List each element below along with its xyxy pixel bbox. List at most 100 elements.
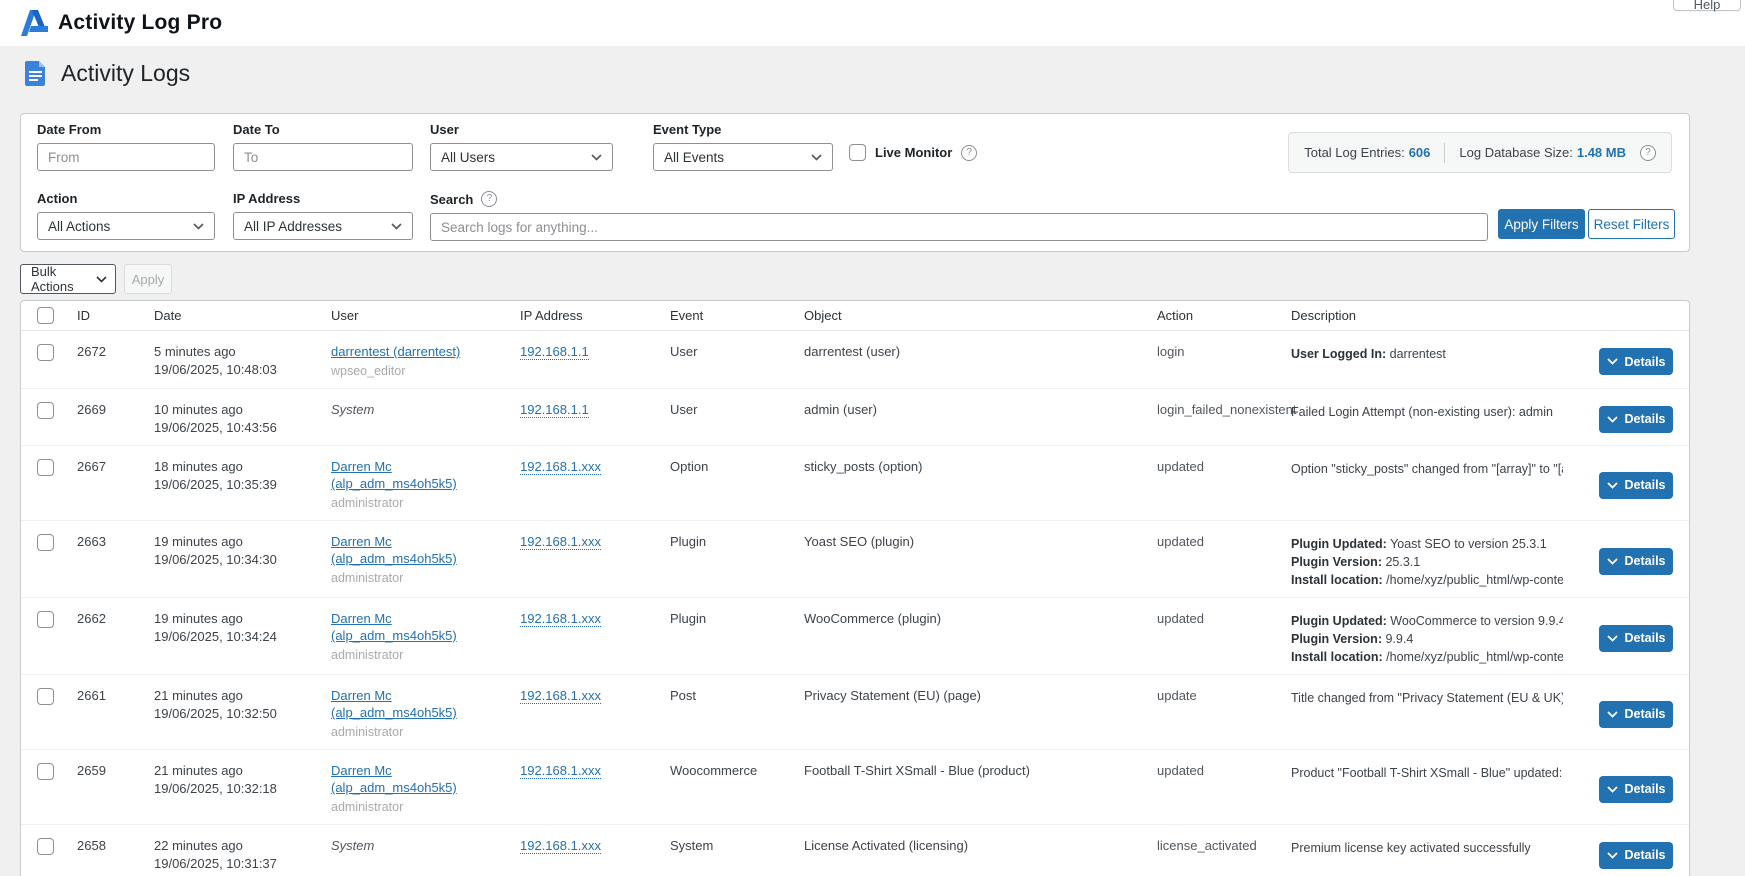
user-role: administrator — [331, 495, 520, 512]
activity-log-table: ID Date User IP Address Event Object Act… — [20, 300, 1690, 876]
date-exact: 19/06/2025, 10:34:30 — [154, 551, 331, 568]
details-button[interactable]: Details — [1599, 776, 1673, 803]
search-group: Search ? — [430, 191, 1488, 241]
search-label: Search — [430, 192, 473, 207]
ip-link[interactable]: 192.168.1.xxx — [520, 459, 601, 475]
row-checkbox[interactable] — [37, 838, 54, 855]
row-checkbox[interactable] — [37, 534, 54, 551]
row-checkbox[interactable] — [37, 402, 54, 419]
details-button-wrap: Details — [1599, 548, 1673, 575]
details-button-wrap: Details — [1599, 406, 1673, 433]
action-cell: updated — [1157, 762, 1291, 779]
details-button[interactable]: Details — [1599, 406, 1673, 433]
details-button[interactable]: Details — [1599, 842, 1673, 869]
db-size-help-icon[interactable]: ? — [1640, 145, 1656, 161]
details-button[interactable]: Details — [1599, 701, 1673, 728]
ip-cell: 192.168.1.xxx — [520, 610, 670, 627]
date-from-input[interactable] — [37, 143, 215, 171]
details-chevron-icon — [1607, 711, 1618, 718]
event-cell: User — [670, 343, 804, 360]
live-monitor-help-icon[interactable]: ? — [961, 145, 977, 161]
row-checkbox[interactable] — [37, 459, 54, 476]
ip-link[interactable]: 192.168.1.xxx — [520, 838, 601, 854]
search-input[interactable] — [430, 213, 1488, 241]
app-title: Activity Log Pro — [58, 11, 222, 35]
ip-cell: 192.168.1.1 — [520, 401, 670, 418]
details-button-label: Details — [1625, 782, 1666, 796]
action-select[interactable]: All Actions — [37, 212, 215, 240]
details-chevron-icon — [1607, 482, 1618, 489]
user-link[interactable]: Darren Mc (alp_adm_ms4oh5k5) — [331, 611, 457, 643]
description-cell: Option "sticky_posts" changed from "[arr… — [1291, 458, 1563, 478]
ip-select-value: All IP Addresses — [244, 219, 342, 234]
help-button[interactable]: Help — [1673, 0, 1741, 11]
bulk-apply-button[interactable]: Apply — [124, 264, 172, 294]
col-id: ID — [77, 308, 154, 323]
ip-link[interactable]: 192.168.1.xxx — [520, 763, 601, 779]
date-ago: 5 minutes ago — [154, 343, 331, 360]
details-button[interactable]: Details — [1599, 472, 1673, 499]
apply-filters-button[interactable]: Apply Filters — [1498, 209, 1585, 239]
row-checkbox[interactable] — [37, 763, 54, 780]
details-chevron-icon — [1607, 558, 1618, 565]
ip-link[interactable]: 192.168.1.xxx — [520, 688, 601, 704]
ip-cell: 192.168.1.xxx — [520, 458, 670, 475]
description-line-text: /home/xyz/public_html/wp-content/pl... — [1383, 650, 1563, 664]
date-cell: 18 minutes ago 19/06/2025, 10:35:39 — [154, 458, 331, 493]
user-link[interactable]: Darren Mc (alp_adm_ms4oh5k5) — [331, 763, 457, 795]
description-line: Option "sticky_posts" changed from "[arr… — [1291, 460, 1563, 478]
ip-link[interactable]: 192.168.1.1 — [520, 344, 589, 360]
ip-address-select[interactable]: All IP Addresses — [233, 212, 413, 240]
user-link[interactable]: Darren Mc (alp_adm_ms4oh5k5) — [331, 688, 457, 720]
ip-link[interactable]: 192.168.1.1 — [520, 402, 589, 418]
ip-link[interactable]: 192.168.1.xxx — [520, 611, 601, 627]
bulk-actions-select[interactable]: Bulk Actions — [20, 264, 116, 294]
date-ago: 21 minutes ago — [154, 762, 331, 779]
user-cell: Darren Mc (alp_adm_ms4oh5k5) administrat… — [331, 458, 520, 512]
row-checkbox[interactable] — [37, 611, 54, 628]
details-button[interactable]: Details — [1599, 548, 1673, 575]
activity-logs-icon — [24, 60, 47, 87]
search-help-icon[interactable]: ? — [481, 191, 497, 207]
user-link[interactable]: Darren Mc (alp_adm_ms4oh5k5) — [331, 534, 457, 566]
description-line: Install location: /home/xyz/public_html/… — [1291, 571, 1563, 589]
select-all-checkbox[interactable] — [37, 307, 54, 324]
user-select[interactable]: All Users — [430, 143, 613, 171]
details-button[interactable]: Details — [1599, 625, 1673, 652]
description-line-text: /home/xyz/public_html/wp-content/pl... — [1383, 573, 1563, 587]
table-row: 2661 21 minutes ago 19/06/2025, 10:32:50… — [21, 675, 1689, 750]
object-cell: WooCommerce (plugin) — [804, 610, 1157, 627]
user-link[interactable]: darrentest (darrentest) — [331, 344, 460, 359]
user-role: administrator — [331, 647, 520, 664]
date-exact: 19/06/2025, 10:32:18 — [154, 780, 331, 797]
details-button[interactable]: Details — [1599, 348, 1673, 375]
log-stats-box: Total Log Entries:606 Log Database Size:… — [1288, 132, 1672, 173]
ip-cell: 192.168.1.xxx — [520, 533, 670, 550]
date-exact: 19/06/2025, 10:43:56 — [154, 419, 331, 436]
ip-link[interactable]: 192.168.1.xxx — [520, 534, 601, 550]
object-cell: License Activated (licensing) — [804, 837, 1157, 854]
user-link[interactable]: Darren Mc (alp_adm_ms4oh5k5) — [331, 459, 457, 491]
id-cell: 2659 — [77, 762, 154, 779]
ip-filter-label: IP Address — [233, 191, 413, 206]
action-cell: update — [1157, 687, 1291, 704]
description-line: Premium license key activated successful… — [1291, 839, 1563, 857]
event-type-group: Event Type All Events — [653, 122, 833, 171]
user-cell: Darren Mc (alp_adm_ms4oh5k5) administrat… — [331, 687, 520, 741]
event-type-label: Event Type — [653, 122, 833, 137]
page-title: Activity Logs — [61, 60, 190, 87]
event-type-select[interactable]: All Events — [653, 143, 833, 171]
table-row: 2672 5 minutes ago 19/06/2025, 10:48:03 … — [21, 331, 1689, 389]
reset-filters-button[interactable]: Reset Filters — [1588, 209, 1675, 239]
live-monitor-checkbox[interactable] — [849, 144, 866, 161]
date-to-input[interactable] — [233, 143, 413, 171]
object-cell: Privacy Statement (EU) (page) — [804, 687, 1157, 704]
row-checkbox[interactable] — [37, 688, 54, 705]
date-cell: 10 minutes ago 19/06/2025, 10:43:56 — [154, 401, 331, 436]
user-select-value: All Users — [441, 150, 495, 165]
user-role: administrator — [331, 724, 520, 741]
db-size: Log Database Size:1.48 MB — [1459, 145, 1626, 160]
chevron-down-icon — [193, 223, 204, 230]
bulk-actions-row: Bulk Actions Apply — [20, 264, 172, 294]
row-checkbox[interactable] — [37, 344, 54, 361]
